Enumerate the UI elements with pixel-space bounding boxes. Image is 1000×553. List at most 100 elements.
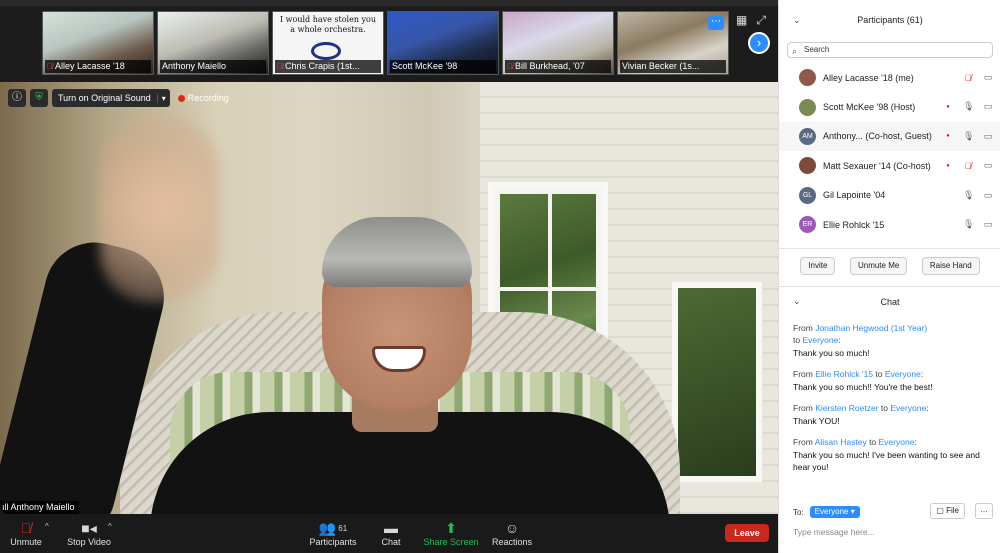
zoom-meeting-window: 🎙̸ Alley Lacasse '18 Anthony Maiello I woul…: [0, 0, 1000, 553]
to-prefix: to: [873, 369, 885, 379]
thumbnail-name-tag: Vivian Becker (1s...: [620, 60, 726, 73]
participant-thumbnail[interactable]: ⋯ Vivian Becker (1s...: [617, 11, 729, 75]
recording-dot-icon: ●: [946, 162, 950, 169]
leave-button[interactable]: Leave: [725, 524, 769, 542]
participant-row[interactable]: Scott McKee '98 (Host) ● 🎙 ▭: [779, 92, 1000, 121]
participant-row[interactable]: Alley Lacasse '18 (me) 🎙̸ ▭: [779, 63, 1000, 92]
thumbnail-name-tag: 🎙̸ Chris Crapis (1st...: [275, 60, 381, 73]
from-prefix: From: [793, 403, 816, 413]
audio-options-chevron-icon[interactable]: ^: [45, 522, 49, 531]
muted-mic-icon: 🎙̸: [20, 520, 32, 536]
avatar: ER: [799, 216, 816, 234]
from-prefix: From: [793, 437, 815, 447]
invite-button[interactable]: Invite: [800, 257, 836, 275]
participant-status-icons: ● 🎙 ▭: [943, 131, 993, 142]
side-panel: ⌄ Participants (61) ⌕ Search Alley Lacas…: [778, 0, 1000, 553]
chat-recipient-link[interactable]: Everyone: [879, 437, 915, 447]
to-prefix: to: [878, 403, 891, 413]
chat-message-input[interactable]: Type message here...: [793, 527, 993, 541]
active-speaker-video: [0, 82, 778, 514]
to-suffix: :: [926, 403, 929, 413]
participants-icon: 👥 61: [318, 520, 348, 536]
participants-header: ⌄ Participants (61): [779, 0, 1000, 40]
chat-recipient-link[interactable]: Everyone: [885, 369, 921, 379]
participant-row[interactable]: AM Anthony... (Co-host, Guest) ● 🎙 ▭: [779, 121, 1000, 152]
muted-mic-icon: 🎙̸: [964, 160, 972, 171]
chat-message-text: Thank you so much!: [793, 348, 870, 358]
chat-button[interactable]: ▬ Chat: [376, 519, 406, 547]
mic-icon: 🎙: [963, 130, 975, 141]
chat-recipient-link[interactable]: Everyone: [802, 335, 838, 345]
raise-hand-button[interactable]: Raise Hand: [921, 257, 980, 275]
participant-row[interactable]: Matt Sexauer '14 (Co-host) ● 🎙̸ ▭: [779, 151, 1000, 180]
speaker-hair: [322, 217, 472, 287]
view-controls: ▦ ⤢: [736, 13, 766, 28]
chat-bubble-icon: ▬: [384, 520, 398, 536]
chat-message-header: From Kiersten Roetzer to Everyone:: [793, 402, 993, 414]
chevron-down-icon[interactable]: ▾: [156, 93, 170, 103]
share-screen-button[interactable]: ⬆ Share Screen: [422, 519, 480, 547]
next-page-button[interactable]: ›: [748, 32, 770, 54]
more-options-icon[interactable]: ⋯: [708, 16, 724, 30]
thumbnail-name-tag: 🎙̸ Alley Lacasse '18: [45, 60, 151, 73]
participants-search-input[interactable]: ⌕ Search: [787, 42, 993, 58]
search-icon: ⌕: [792, 46, 798, 56]
participant-row[interactable]: GL Gil Lapointe '04 🎙 ▭: [779, 181, 1000, 210]
participant-thumbnail[interactable]: Anthony Maiello: [157, 11, 269, 75]
mic-icon: 🎙: [963, 189, 975, 200]
chat-recipient-link[interactable]: Everyone: [890, 403, 926, 413]
message-placeholder: Type message here...: [793, 527, 875, 537]
info-icon[interactable]: ⓘ: [8, 89, 26, 107]
chat-message: From Jonathan Hegwood (1st Year) to Every…: [793, 322, 993, 359]
participant-actions: Invite Unmute Me Raise Hand: [779, 257, 1000, 275]
thumbnail-name: Alley Lacasse '18: [55, 61, 125, 71]
recording-indicator: Recording: [177, 93, 229, 103]
chat-sender-link[interactable]: Ellie Rohlck '15: [815, 369, 873, 379]
muted-mic-icon: 🎙̸: [964, 72, 972, 83]
participant-thumbnail[interactable]: 🎙̸ Bill Burkhead, '07: [502, 11, 614, 75]
participant-status-icons: 🎙 ▭: [963, 190, 993, 201]
chat-message-header: From Ellie Rohlck '15 to Everyone:: [793, 368, 993, 380]
thumbnail-name-tag: Anthony Maiello: [160, 60, 266, 73]
muted-mic-icon: 🎙̸: [47, 62, 53, 71]
more-options-button[interactable]: …: [975, 503, 993, 519]
unmute-me-button[interactable]: Unmute Me: [849, 257, 908, 275]
avatar: GL: [799, 186, 816, 204]
shield-icon[interactable]: ⛨: [30, 89, 48, 107]
chat-sender-link[interactable]: Alisan Hastey: [815, 437, 867, 447]
thumbnail-name: Bill Burkhead, '07: [515, 61, 585, 71]
chat-sender-link[interactable]: Jonathan Hegwood (1st Year): [815, 323, 927, 333]
participant-thumbnail[interactable]: I would have stolen you a whole orchestr…: [272, 11, 384, 75]
chat-message-text: Thank you so much!! You're the best!: [793, 382, 933, 392]
original-sound-label: Turn on Original Sound: [58, 93, 151, 103]
from-prefix: From: [793, 323, 816, 333]
thumbnail-name: Scott McKee '98: [392, 61, 458, 71]
unmute-button[interactable]: 🎙̸ Unmute: [8, 519, 44, 547]
speaker-name-tag: ıll Anthony Maiello: [0, 501, 79, 514]
recipient-select[interactable]: Everyone ▾: [809, 506, 860, 518]
recording-label: Recording: [187, 93, 229, 103]
thumbnail-name-tag: Scott McKee '98: [390, 60, 496, 73]
chat-message-text: Thank you so much! I've been wanting to …: [793, 450, 980, 472]
file-button[interactable]: ▢ File: [930, 503, 965, 519]
video-camera-icon: ▭: [983, 101, 993, 112]
to-prefix: to: [866, 437, 879, 447]
reactions-button[interactable]: ☺ Reactions: [490, 519, 534, 547]
fullscreen-icon[interactable]: ⤢: [756, 13, 766, 28]
meeting-toolbar: 🎙̸ Unmute ^ ■◂ Stop Video ^ 👥 61 Particip…: [0, 514, 778, 553]
chat-sender-link[interactable]: Kiersten Roetzer: [815, 403, 878, 413]
video-options-chevron-icon[interactable]: ^: [108, 522, 112, 531]
avatar: [799, 98, 816, 116]
participant-status-icons: ● 🎙 ▭: [943, 101, 993, 112]
participant-thumbnail[interactable]: Scott McKee '98: [387, 11, 499, 75]
chat-title: Chat: [880, 297, 900, 307]
chat-message-header: From Jonathan Hegwood (1st Year): [793, 322, 993, 334]
muted-mic-icon: 🎙̸: [277, 62, 283, 71]
stop-video-button[interactable]: ■◂ Stop Video: [64, 519, 114, 547]
gallery-view-icon[interactable]: ▦: [736, 13, 747, 28]
original-sound-button[interactable]: Turn on Original Sound ▾: [52, 89, 170, 107]
participants-button[interactable]: 👥 61 Participants: [306, 519, 360, 547]
title-bar: [0, 0, 778, 6]
participant-thumbnail[interactable]: 🎙̸ Alley Lacasse '18: [42, 11, 154, 75]
participant-row[interactable]: ER Ellie Rohlck '15 🎙 ▭: [779, 210, 1000, 239]
